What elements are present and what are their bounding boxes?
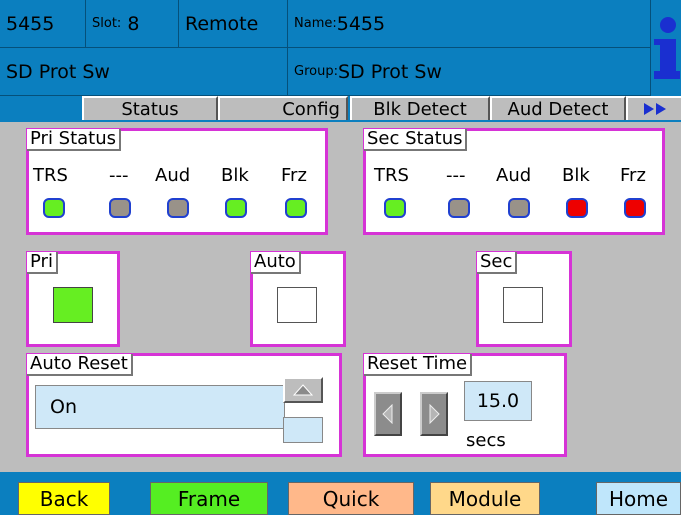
auto-reset-up-button[interactable]	[283, 377, 323, 403]
auto-select-button[interactable]	[277, 287, 317, 323]
auto-reset-value: On	[50, 396, 77, 418]
slot-value: 8	[127, 12, 140, 35]
reset-time-title: Reset Time	[364, 354, 473, 376]
frame-label: Frame	[177, 486, 241, 511]
pri-status-title: Pri Status	[27, 129, 122, 151]
tab-status-label: Status	[121, 98, 179, 120]
tab-config-label: Config	[282, 98, 340, 120]
info-icon-glyph	[654, 17, 680, 79]
reset-time-decrease-button[interactable]	[374, 392, 402, 436]
tab-config[interactable]: Config	[218, 96, 348, 120]
sec-select-button[interactable]	[503, 287, 543, 323]
back-button[interactable]: Back	[18, 482, 110, 515]
quick-button[interactable]: Quick	[288, 482, 414, 515]
name-cell: Name: 5455	[288, 0, 651, 48]
reset-time-panel: Reset Time 15.0 secs	[363, 353, 567, 457]
sec-led-blk	[566, 198, 588, 218]
sec-status-panel: Sec Status TRS --- Aud Blk Frz	[363, 128, 665, 235]
quick-label: Quick	[322, 486, 380, 511]
sec-led-unused	[448, 198, 470, 218]
slot-label: Slot:	[92, 16, 122, 31]
sec-status-title: Sec Status	[364, 129, 468, 151]
triangle-left-icon	[382, 404, 393, 424]
module-label: Module	[448, 486, 522, 511]
pri-label-frz: Frz	[281, 165, 307, 186]
auto-reset-panel: Auto Reset On	[26, 353, 342, 457]
pri-panel: Pri	[26, 251, 120, 347]
tab-blk-detect-label: Blk Detect	[373, 98, 467, 120]
slot-cell: Slot: 8	[86, 0, 179, 48]
sec-label-trs: TRS	[374, 165, 409, 186]
info-icon[interactable]	[651, 0, 681, 96]
triangle-up-icon	[293, 384, 313, 396]
home-button[interactable]: Home	[596, 482, 681, 515]
more-tabs-button[interactable]	[626, 96, 681, 120]
tab-status[interactable]: Status	[82, 96, 218, 120]
double-triangle-right-icon	[643, 103, 666, 115]
pri-led-aud	[167, 198, 189, 218]
name-value: 5455	[336, 12, 386, 35]
group-label: Group:	[294, 64, 338, 79]
device-id: 5455	[0, 0, 86, 48]
module-button[interactable]: Module	[430, 482, 540, 515]
sec-label-frz: Frz	[620, 165, 646, 186]
auto-title: Auto	[251, 252, 301, 274]
sec-label-unused: ---	[446, 165, 466, 186]
auto-reset-value-field[interactable]: On	[35, 385, 285, 429]
header-bar: 5455 Slot: 8 Remote Name: 5455 SD Prot Sw…	[0, 0, 681, 96]
frame-button[interactable]: Frame	[150, 482, 268, 515]
tab-aud-detect[interactable]: Aud Detect	[490, 96, 626, 120]
pri-label-blk: Blk	[221, 165, 249, 186]
tab-blk-detect[interactable]: Blk Detect	[350, 96, 490, 120]
pri-led-blk	[225, 198, 247, 218]
name-label: Name:	[294, 16, 337, 31]
pri-status-panel: Pri Status TRS --- Aud Blk Frz	[26, 128, 328, 235]
pri-title: Pri	[27, 252, 58, 274]
mode-cell: Remote	[179, 0, 288, 48]
sec-led-trs	[384, 198, 406, 218]
device-name: SD Prot Sw	[6, 60, 110, 83]
pri-label-aud: Aud	[155, 165, 191, 186]
sec-label-blk: Blk	[562, 165, 590, 186]
pri-label-trs: TRS	[33, 165, 68, 186]
pri-led-unused	[109, 198, 131, 218]
mode-text: Remote	[185, 12, 259, 35]
reset-time-value: 15.0	[476, 390, 520, 412]
pri-led-frz	[285, 198, 307, 218]
auto-reset-down-button[interactable]	[283, 417, 323, 443]
pri-led-trs	[43, 198, 65, 218]
pri-select-button[interactable]	[53, 287, 93, 323]
device-name-cell: SD Prot Sw	[0, 48, 288, 96]
reset-time-value-field[interactable]: 15.0	[464, 381, 532, 421]
sec-title: Sec	[477, 252, 518, 274]
group-cell: Group: SD Prot Sw	[288, 48, 651, 96]
sec-led-frz	[624, 198, 646, 218]
back-label: Back	[39, 486, 89, 511]
pri-label-unused: ---	[109, 165, 129, 186]
auto-panel: Auto	[250, 251, 346, 347]
reset-time-unit: secs	[466, 430, 506, 451]
reset-time-increase-button[interactable]	[420, 392, 448, 436]
tab-aud-detect-label: Aud Detect	[507, 98, 609, 120]
sec-led-aud	[508, 198, 530, 218]
triangle-right-icon	[429, 404, 440, 424]
device-id-text: 5455	[6, 12, 55, 35]
auto-reset-title: Auto Reset	[27, 354, 133, 376]
sec-label-aud: Aud	[496, 165, 532, 186]
sec-panel: Sec	[476, 251, 572, 347]
group-value: SD Prot Sw	[337, 60, 442, 83]
home-label: Home	[608, 486, 669, 511]
